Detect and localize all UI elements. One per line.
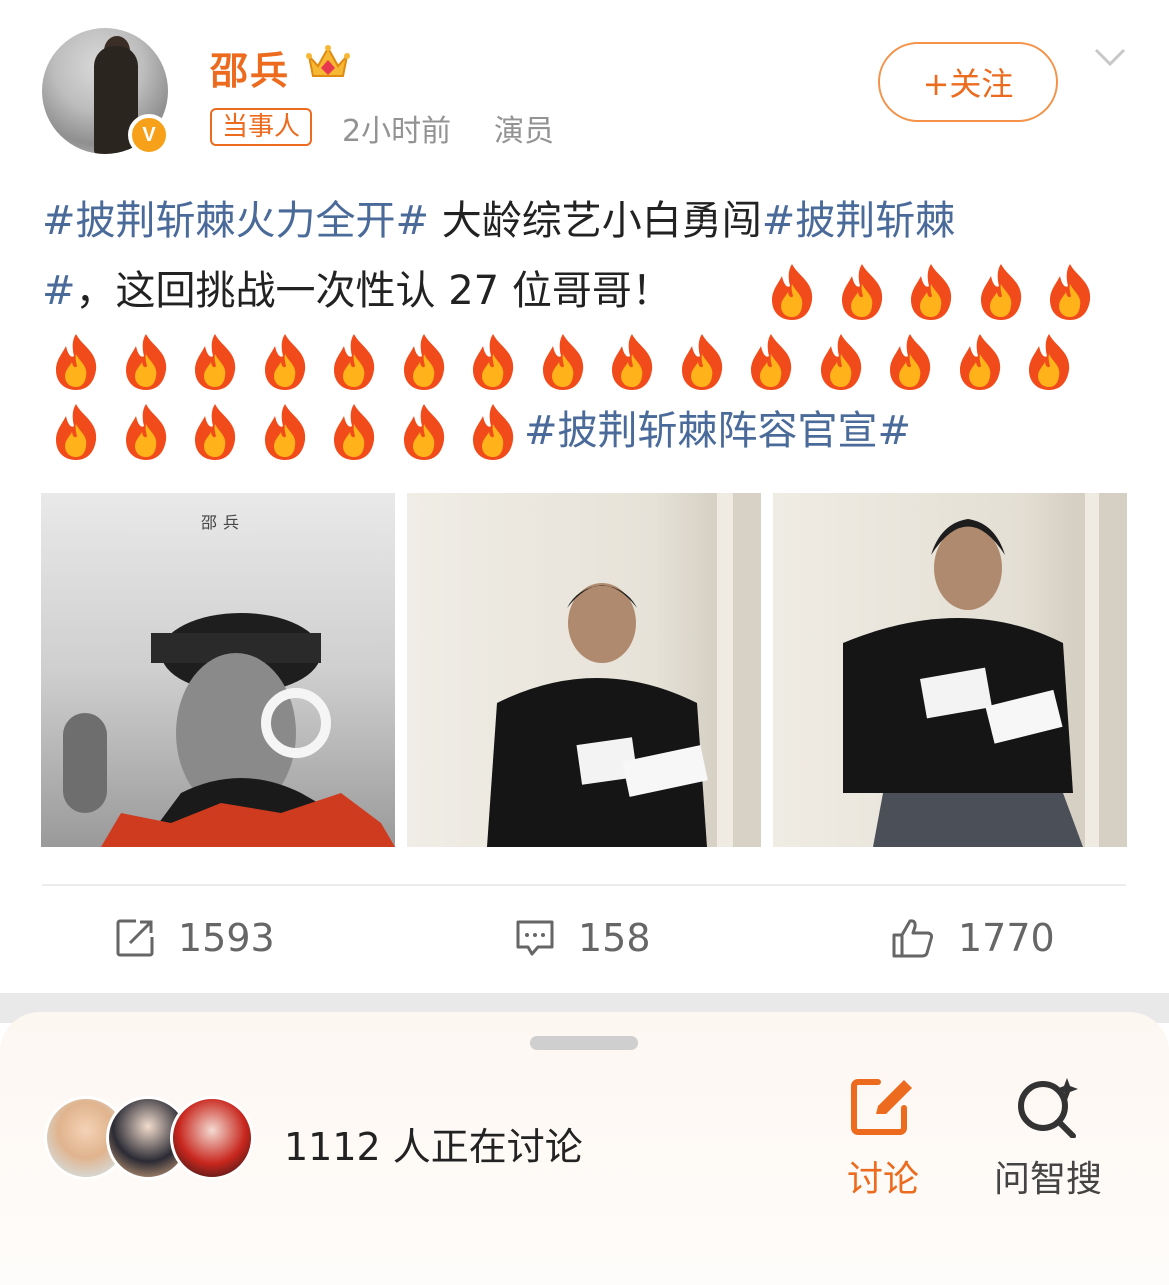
- fire-emoji-row: [42, 256, 1132, 326]
- comment-count: 158: [578, 916, 651, 960]
- repost-count: 1593: [178, 916, 275, 960]
- fire-emoji-icon: [1042, 262, 1098, 322]
- topic-link[interactable]: #披荆斩棘火力全开#: [42, 198, 429, 244]
- participant-avatar: [170, 1096, 254, 1180]
- verified-badge-icon: V: [128, 114, 170, 156]
- fire-emoji-icon: [187, 402, 243, 462]
- repost-icon: [116, 919, 154, 957]
- photo-3-illustration: [843, 493, 1127, 847]
- post-image-2[interactable]: [407, 493, 761, 847]
- fire-emoji-icon: [48, 402, 104, 462]
- fire-emoji-icon: [674, 332, 730, 392]
- author-role: 演员: [494, 114, 554, 149]
- fire-emoji-icon: [903, 262, 959, 322]
- fire-emoji-icon: [187, 332, 243, 392]
- crown-icon: [306, 45, 350, 77]
- divider: [42, 884, 1126, 886]
- fire-emoji-icon: [743, 332, 799, 392]
- fire-emoji-icon: [1021, 332, 1077, 392]
- sheet-drag-handle[interactable]: [530, 1036, 638, 1050]
- fire-emoji-icon: [465, 332, 521, 392]
- topic-link[interactable]: #披荆斩棘阵容官宣#: [524, 396, 911, 466]
- discuss-button[interactable]: 讨论: [840, 1076, 926, 1202]
- fire-emoji-icon: [604, 332, 660, 392]
- fire-emoji-icon: [257, 402, 313, 462]
- smart-search-button[interactable]: 问智搜: [988, 1076, 1108, 1202]
- discuss-label: 讨论: [846, 1159, 919, 1200]
- fire-emoji-icon: [396, 402, 452, 462]
- fire-emoji-icon: [813, 332, 869, 392]
- weibo-post: V 邵兵 当事人 2小时前 演员 +关注 #披荆斩棘火力全开# 大龄综艺小白勇闯…: [0, 0, 1169, 1000]
- fire-emoji-icon: [257, 332, 313, 392]
- like-button[interactable]: 1770: [890, 910, 1055, 966]
- fire-emoji-icon: [326, 402, 382, 462]
- fire-emoji-icon: [396, 332, 452, 392]
- discussion-sheet: 1112 人正在讨论 讨论 问智搜: [0, 1012, 1169, 1285]
- party-tag: 当事人: [210, 108, 313, 146]
- thumbs-up-icon: [892, 919, 934, 958]
- fire-emoji-row: [42, 326, 1132, 396]
- comment-button[interactable]: 158: [514, 910, 651, 966]
- fire-emoji-icon: [882, 332, 938, 392]
- fire-emoji-icon: [973, 262, 1029, 322]
- fire-emoji-icon: [535, 332, 591, 392]
- fire-emoji-icon: [834, 262, 890, 322]
- fire-emoji-icon: [952, 332, 1008, 392]
- post-image-3[interactable]: [773, 493, 1127, 847]
- fire-emoji-icon: [465, 402, 521, 462]
- follow-button[interactable]: +关注: [878, 42, 1058, 122]
- photo-1-illustration: [63, 613, 395, 847]
- smart-search-icon: [1018, 1078, 1078, 1139]
- fire-emoji-icon: [118, 332, 174, 392]
- photo-2-illustration: [487, 493, 761, 847]
- repost-button[interactable]: 1593: [114, 910, 275, 966]
- chevron-down-icon[interactable]: [1092, 38, 1128, 74]
- fire-emoji-icon: [48, 332, 104, 392]
- like-count: 1770: [958, 916, 1055, 960]
- discussion-count: 1112 人正在讨论: [284, 1125, 583, 1169]
- fire-emoji-row: #披荆斩棘阵容官宣#: [42, 396, 1132, 466]
- post-line-1: #披荆斩棘火力全开# 大龄综艺小白勇闯#披荆斩棘: [42, 186, 1132, 256]
- author-name[interactable]: 邵兵: [210, 40, 290, 95]
- post-text: 大龄综艺小白勇闯: [429, 198, 762, 244]
- post-image-1[interactable]: 邵兵: [41, 493, 395, 847]
- smart-search-label: 问智搜: [993, 1159, 1102, 1200]
- topic-link[interactable]: #披荆斩棘: [762, 198, 956, 244]
- fire-emoji-icon: [326, 332, 382, 392]
- fire-emoji-icon: [118, 402, 174, 462]
- comment-icon: [516, 920, 554, 956]
- edit-icon: [851, 1079, 912, 1135]
- fire-emoji-icon: [764, 262, 820, 322]
- post-time: 2小时前: [342, 114, 452, 149]
